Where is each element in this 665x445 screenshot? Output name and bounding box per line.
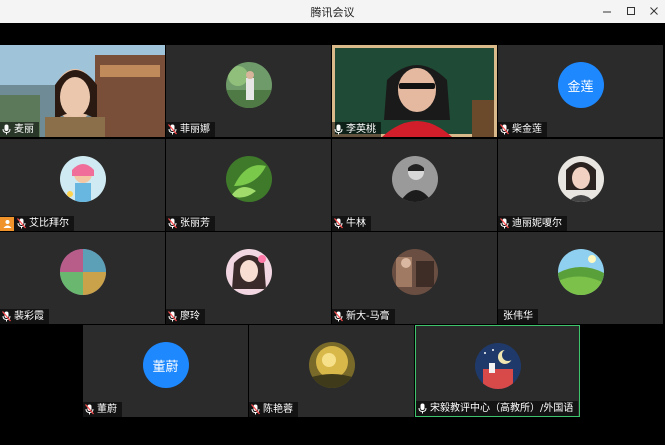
- avatar: [391, 156, 438, 202]
- avatar: [59, 249, 106, 295]
- participant-tile[interactable]: 新大-马膏: [332, 232, 497, 324]
- mic-on-icon: [2, 124, 11, 135]
- participant-name-tag: 新大-马膏: [332, 309, 395, 324]
- participant-tile[interactable]: 陈艳蓉: [249, 325, 414, 417]
- avatar: [391, 249, 438, 295]
- participant-name: 牛林: [346, 218, 366, 229]
- mic-muted-icon: [251, 404, 260, 415]
- participant-name-tag: 牛林: [332, 216, 371, 231]
- participant-tile[interactable]: 张伟华: [498, 232, 663, 324]
- participant-name-tag: 李英桃: [332, 122, 381, 137]
- title-bar: 腾讯会议: [0, 0, 665, 24]
- participant-tile-active-speaker[interactable]: 宋毅教评中心（高教所）/外国语: [415, 325, 580, 417]
- mic-muted-icon: [334, 311, 343, 322]
- participant-name: 张丽芳: [180, 218, 210, 229]
- participant-name-tag: 菲丽娜: [166, 122, 215, 137]
- avatar: [308, 342, 355, 388]
- avatar: [225, 156, 272, 202]
- participant-name: 董蔚: [97, 404, 117, 415]
- participant-name-tag: 艾比拜尔: [0, 216, 74, 231]
- avatar: [59, 156, 106, 202]
- participant-name: 陈艳蓉: [263, 404, 293, 415]
- mic-muted-icon: [500, 124, 509, 135]
- mic-on-icon: [334, 124, 343, 135]
- participant-name: 柴金莲: [512, 124, 542, 135]
- mic-muted-icon: [168, 311, 177, 322]
- window-title: 腾讯会议: [310, 6, 355, 19]
- avatar: [474, 343, 521, 389]
- participant-tile[interactable]: 麦丽: [0, 45, 165, 137]
- participant-tile[interactable]: 牛林: [332, 139, 497, 231]
- mic-muted-icon: [85, 404, 94, 415]
- mic-muted-icon: [2, 311, 11, 322]
- maximize-icon[interactable]: [622, 2, 640, 20]
- avatar: [557, 156, 604, 202]
- participant-name-tag: 陈艳蓉: [249, 402, 298, 417]
- participant-name-tag: 廖玲: [166, 309, 205, 324]
- avatar: 董蔚: [142, 342, 189, 388]
- participant-name: 艾比拜尔: [29, 218, 69, 229]
- participant-tile[interactable]: 李英桃: [332, 45, 497, 137]
- participant-tile[interactable]: 裴彩霞: [0, 232, 165, 324]
- close-icon[interactable]: [645, 2, 663, 20]
- participant-name: 新大-马膏: [346, 311, 390, 322]
- participant-name-tag: 张伟华: [498, 309, 538, 324]
- participant-name-tag: 裴彩霞: [0, 309, 49, 324]
- participant-tile[interactable]: 廖玲: [166, 232, 331, 324]
- mic-muted-icon: [168, 218, 177, 229]
- participant-name-tag: 宋毅教评中心（高教所）/外国语: [416, 401, 579, 416]
- avatar: [225, 62, 272, 108]
- participant-name-tag: 麦丽: [0, 122, 39, 137]
- mic-muted-icon: [17, 218, 26, 229]
- mic-muted-icon: [500, 218, 509, 229]
- participant-tile[interactable]: 张丽芳: [166, 139, 331, 231]
- participant-tile[interactable]: 菲丽娜: [166, 45, 331, 137]
- participant-name-tag: 张丽芳: [166, 216, 215, 231]
- participant-name-tag: 柴金莲: [498, 122, 547, 137]
- host-icon: [0, 216, 14, 231]
- participant-name: 裴彩霞: [14, 311, 44, 322]
- participant-tile[interactable]: 董蔚 董蔚: [83, 325, 248, 417]
- participant-name: 菲丽娜: [180, 124, 210, 135]
- participant-name-tag: 迪丽妮嗄尔: [498, 216, 567, 231]
- mic-muted-icon: [334, 218, 343, 229]
- participant-name: 廖玲: [180, 311, 200, 322]
- avatar: [557, 249, 604, 295]
- participant-name: 迪丽妮嗄尔: [512, 218, 562, 229]
- mic-muted-icon: [168, 124, 177, 135]
- participant-tile[interactable]: 迪丽妮嗄尔: [498, 139, 663, 231]
- participant-name: 宋毅教评中心（高教所）/外国语: [430, 403, 574, 414]
- video-grid: 麦丽 菲丽娜 李英桃 金莲 柴金莲 艾比拜尔 张丽芳 牛林 迪丽妮嗄尔 裴彩霞 …: [0, 23, 665, 445]
- participant-tile[interactable]: 艾比拜尔: [0, 139, 165, 231]
- mic-on-icon: [418, 403, 427, 414]
- avatar: [225, 249, 272, 295]
- avatar: 金莲: [557, 62, 604, 108]
- participant-tile[interactable]: 金莲 柴金莲: [498, 45, 663, 137]
- participant-name-tag: 董蔚: [83, 402, 122, 417]
- minimize-icon[interactable]: [598, 2, 616, 20]
- participant-name: 李英桃: [346, 124, 376, 135]
- participant-name: 麦丽: [14, 124, 34, 135]
- participant-name: 张伟华: [503, 311, 533, 322]
